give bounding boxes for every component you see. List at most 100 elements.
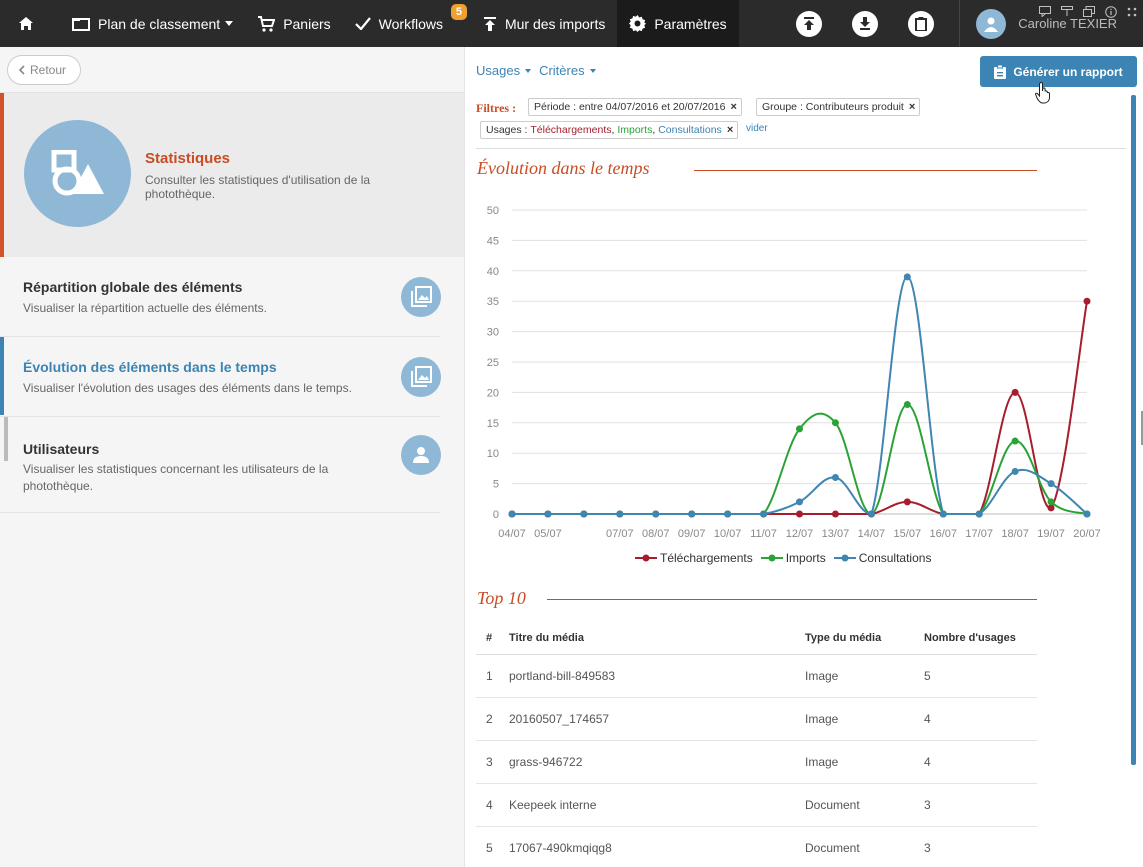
chevron-down-icon: [589, 68, 596, 73]
legend-marker: [635, 554, 657, 562]
data-point: [867, 510, 875, 518]
download-button[interactable]: [852, 10, 879, 37]
cell-rank: 1: [476, 654, 509, 698]
legend-item[interactable]: Consultations: [833, 551, 931, 565]
upload-button[interactable]: [796, 10, 823, 37]
y-tick-label: 40: [487, 266, 499, 278]
cart-icon: [258, 15, 276, 32]
menu-item-title: Évolution des éléments dans le temps: [23, 359, 277, 375]
clear-filters-link[interactable]: vider: [746, 123, 768, 134]
chat-icon[interactable]: [1039, 6, 1051, 17]
close-icon[interactable]: ×: [731, 101, 737, 113]
gear-icon: [629, 15, 647, 32]
more-icon[interactable]: [1127, 6, 1137, 18]
statistics-menu: Répartition globale des éléments Visuali…: [0, 257, 464, 513]
restore-icon[interactable]: [1083, 6, 1095, 17]
minimize-icon[interactable]: [1061, 6, 1073, 17]
filter-chip-usages[interactable]: Usages : Téléchargements, Imports, Consu…: [480, 121, 739, 139]
scrollbar[interactable]: [1131, 95, 1136, 765]
download-icon: [860, 17, 871, 30]
nav-mur-des-imports[interactable]: Mur des imports: [471, 0, 617, 47]
table-row[interactable]: 3 grass-946722 Image 4: [476, 740, 1037, 784]
back-button[interactable]: Retour: [7, 55, 82, 85]
legend-marker: [833, 554, 856, 562]
cell-count: 4: [924, 697, 1037, 741]
check-icon: [354, 17, 371, 30]
legend-label: Téléchargements: [660, 551, 753, 565]
folder-icon: [72, 17, 90, 31]
clipboard-button[interactable]: [908, 10, 935, 37]
cell-title: portland-bill-849583: [509, 654, 805, 698]
home-button[interactable]: [0, 0, 60, 47]
generate-report-button[interactable]: Générer un rapport: [980, 56, 1137, 87]
tab-criteres[interactable]: Critères: [539, 63, 596, 78]
tabs: Usages Critères: [476, 63, 596, 78]
x-tick-label: 05/07: [534, 528, 562, 540]
top10-table: # Titre du média Type du média Nombre d'…: [476, 623, 1037, 867]
user-name: Caroline TEXIER: [1018, 16, 1117, 31]
x-tick-label: 08/07: [642, 528, 670, 540]
title-rule: [547, 599, 1037, 600]
cell-rank: 4: [476, 783, 509, 827]
x-tick-label: 18/07: [1001, 528, 1029, 540]
cell-count: 5: [924, 654, 1037, 698]
column-header[interactable]: Nombre d'usages: [924, 623, 1037, 655]
info-icon[interactable]: [1105, 6, 1117, 18]
report-button-label: Générer un rapport: [1013, 64, 1123, 79]
data-point: [1011, 388, 1019, 396]
chevron-down-icon: [225, 21, 234, 26]
data-point: [796, 425, 803, 433]
x-tick-label: 20/07: [1073, 528, 1101, 540]
data-point: [796, 510, 803, 518]
statistics-circle: [24, 120, 131, 227]
filter-chip-groupe[interactable]: Groupe : Contributeurs produit ×: [756, 98, 921, 116]
evolution-title: Évolution dans le temps: [477, 158, 650, 178]
filters-label: Filtres :: [476, 101, 517, 115]
menu-item-utilisateurs[interactable]: Utilisateurs Visualiser les statistiques…: [0, 417, 441, 513]
menu-item-evolution[interactable]: Évolution des éléments dans le temps Vis…: [0, 337, 441, 417]
tab-usages[interactable]: Usages: [476, 63, 532, 78]
nav-paniers[interactable]: Paniers: [245, 0, 342, 47]
close-icon[interactable]: ×: [727, 124, 733, 136]
filter-chip-periode[interactable]: Période : entre 04/07/2016 et 20/07/2016…: [528, 98, 742, 116]
data-point: [760, 510, 768, 518]
menu-item-description: Visualiser l'évolution des usages des él…: [23, 381, 352, 395]
column-header[interactable]: Titre du média: [509, 623, 805, 655]
menu-item-description: Visualiser la répartition actuelle des é…: [23, 301, 267, 315]
table-row[interactable]: 5 17067-490kmqiqg8 Document 3: [476, 826, 1037, 867]
menu-item-repartition[interactable]: Répartition globale des éléments Visuali…: [0, 257, 441, 337]
nav-plan-de-classement[interactable]: Plan de classement: [60, 0, 245, 47]
x-tick-label: 19/07: [1037, 528, 1065, 540]
data-point: [831, 419, 839, 427]
x-tick-label: 13/07: [822, 528, 850, 540]
cell-count: 3: [924, 826, 1037, 867]
legend-item[interactable]: Téléchargements: [635, 551, 753, 565]
image-stack-icon: [401, 357, 441, 397]
x-tick-label: 04/07: [498, 528, 526, 540]
cell-type: Image: [805, 697, 924, 741]
y-tick-label: 25: [487, 357, 499, 369]
legend-item[interactable]: Imports: [760, 551, 826, 565]
menu-item-title: Utilisateurs: [23, 441, 100, 457]
table-row[interactable]: 4 Keepeek interne Document 3: [476, 783, 1037, 827]
workflows-badge: 5: [450, 4, 467, 20]
column-header[interactable]: Type du média: [805, 623, 924, 655]
menu-item-description: Visualiser les statistiques concernant l…: [23, 462, 329, 493]
column-header[interactable]: #: [476, 623, 509, 655]
x-tick-label: 15/07: [894, 528, 922, 540]
y-tick-label: 15: [487, 418, 499, 430]
nav-workflows[interactable]: Workflows 5: [343, 0, 471, 47]
table-row[interactable]: 1 portland-bill-849583 Image 5: [476, 654, 1037, 698]
table-row[interactable]: 2 20160507_174657 Image 4: [476, 697, 1037, 741]
close-icon[interactable]: ×: [909, 101, 915, 113]
nav-label: Plan de classement: [98, 15, 221, 32]
title-rule: [694, 170, 1037, 171]
evolution-chart: 0 5 10 15 20 25 30 35 40 45 50 04/07 05/07 07/07 08/07…: [487, 205, 1101, 540]
divider: [476, 148, 1126, 149]
y-tick-label: 45: [487, 235, 499, 247]
nav-parametres[interactable]: Paramètres: [617, 0, 739, 47]
back-label: Retour: [30, 63, 67, 77]
data-point: [939, 510, 947, 518]
cell-type: Image: [805, 740, 924, 784]
data-point: [1047, 498, 1055, 506]
